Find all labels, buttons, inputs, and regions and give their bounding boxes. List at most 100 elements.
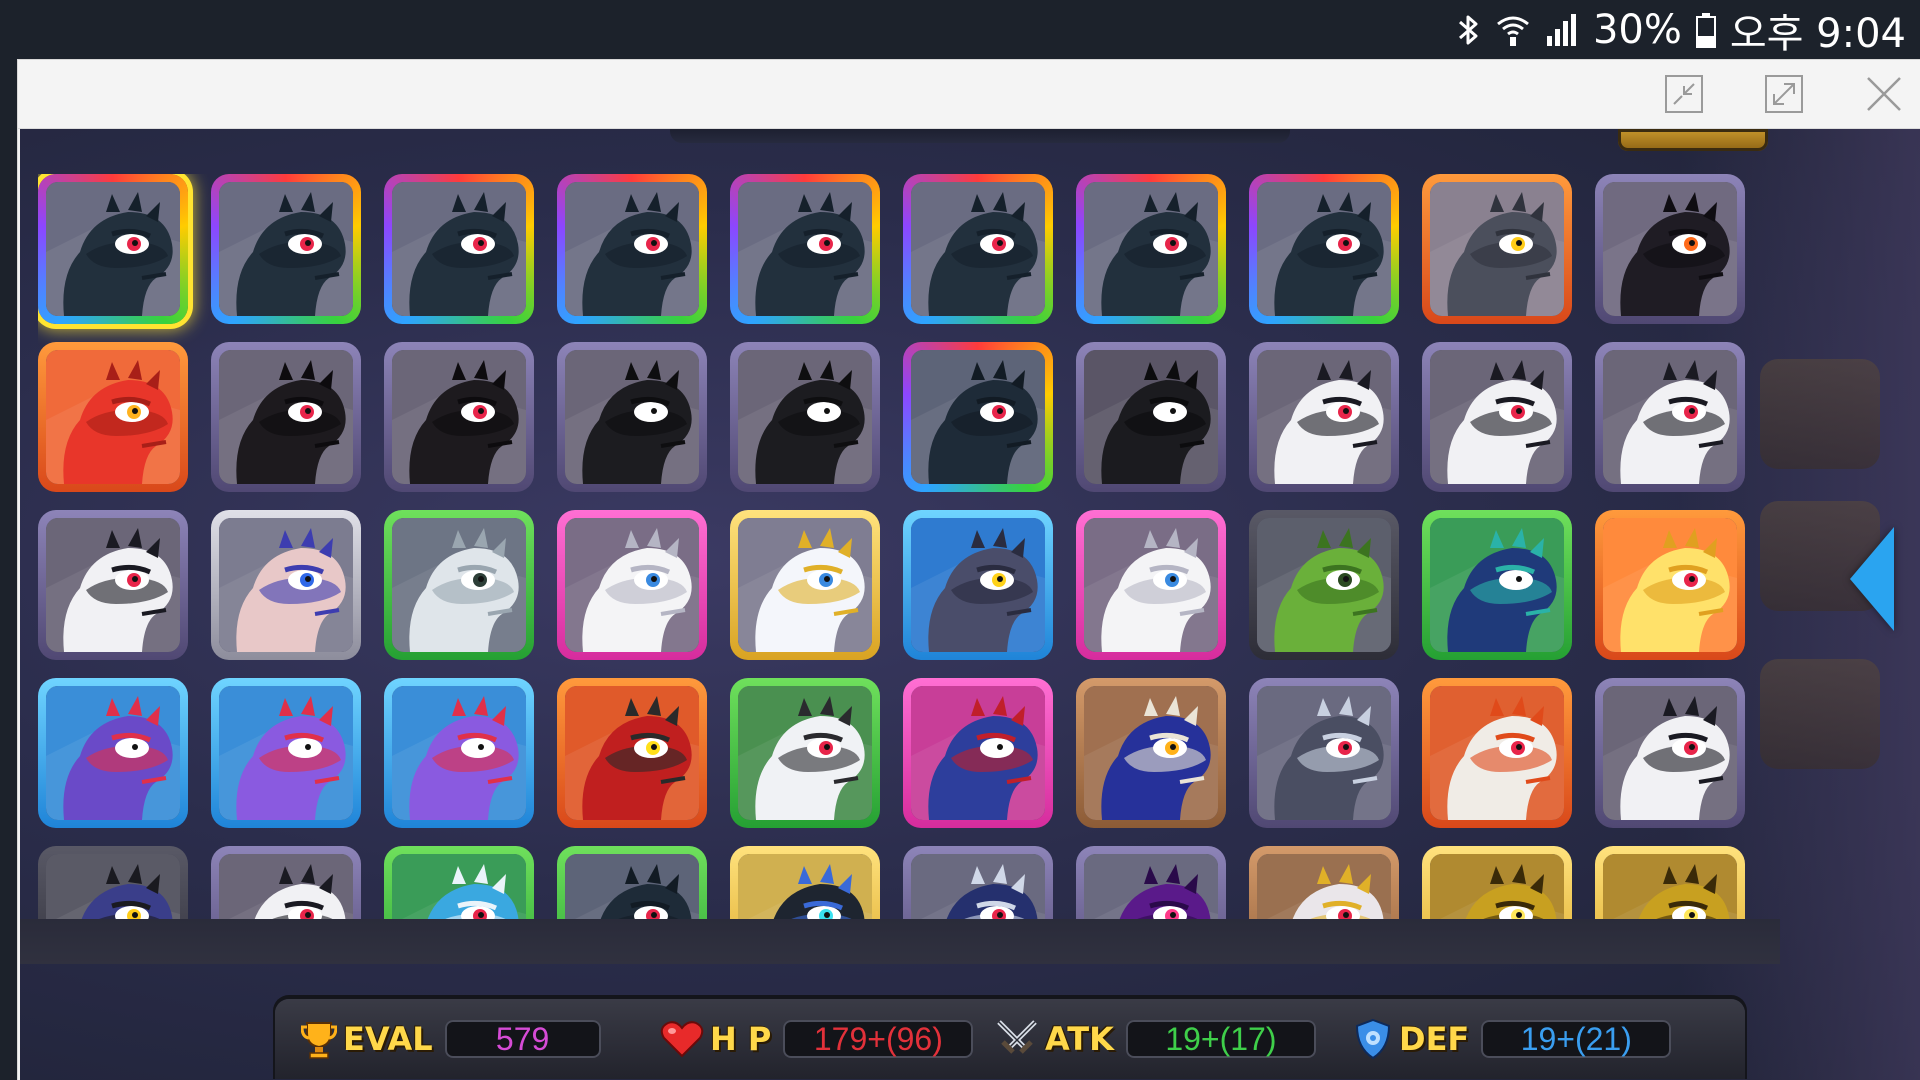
- minimize-icon: [1664, 74, 1704, 114]
- dragon-portrait: [1603, 350, 1737, 484]
- dragon-dark-godzilla-image: [738, 182, 872, 316]
- dragon-slot[interactable]: [730, 342, 880, 492]
- dragon-portrait: [565, 182, 699, 316]
- dragon-purple-coral-image: [46, 686, 180, 820]
- dragon-portrait: [911, 182, 1045, 316]
- dragon-dark-godzilla-image: [565, 182, 699, 316]
- stats-bar: EVAL 579 H P 179+(96) ATK 19+(17) DEF 19…: [275, 999, 1745, 1079]
- maximize-button[interactable]: [1762, 72, 1806, 116]
- clock: 오후 9:04: [1729, 11, 1906, 57]
- heart-icon: [660, 1020, 704, 1058]
- dragon-slot[interactable]: [1249, 678, 1399, 828]
- dragon-portrait: [1084, 518, 1218, 652]
- dragon-portrait: [46, 350, 180, 484]
- close-button[interactable]: [1862, 72, 1906, 116]
- dragon-slot[interactable]: [38, 510, 188, 660]
- dragon-slot[interactable]: [1595, 678, 1745, 828]
- shield-icon: [1353, 1018, 1393, 1060]
- dragon-slot[interactable]: [1595, 342, 1745, 492]
- side-panel-arrow[interactable]: [1850, 527, 1894, 631]
- dragon-slot[interactable]: [557, 174, 707, 324]
- dragon-slot[interactable]: [1422, 678, 1572, 828]
- dragon-slot[interactable]: [1076, 174, 1226, 324]
- dragon-portrait: [738, 518, 872, 652]
- dragon-slot[interactable]: [730, 678, 880, 828]
- dragon-slot[interactable]: [557, 510, 707, 660]
- dragon-slot[interactable]: [1595, 174, 1745, 324]
- dragon-slot[interactable]: [384, 678, 534, 828]
- dragon-dark-godzilla-image: [1257, 182, 1391, 316]
- dragon-black-gem-image: [738, 350, 872, 484]
- dragon-white-ram-image: [738, 686, 872, 820]
- dragon-portrait: [219, 350, 353, 484]
- crossed-swords-icon: [995, 1018, 1039, 1060]
- dragon-slot[interactable]: [211, 510, 361, 660]
- dragon-white-ghost-image: [392, 518, 526, 652]
- dragon-slot[interactable]: [1422, 174, 1572, 324]
- status-icons: 30% 오후 9:04: [1457, 6, 1906, 57]
- dragon-portrait: [911, 350, 1045, 484]
- dragon-slot[interactable]: [730, 510, 880, 660]
- dragon-portrait: [392, 518, 526, 652]
- side-decoration: [1760, 659, 1880, 769]
- dragon-slot[interactable]: [1595, 510, 1745, 660]
- dragon-portrait: [1084, 350, 1218, 484]
- dragon-slot[interactable]: [384, 342, 534, 492]
- dragon-slot[interactable]: [1249, 174, 1399, 324]
- dragon-slot[interactable]: [1076, 342, 1226, 492]
- dragon-yellow-baby-image: [1603, 518, 1737, 652]
- dragon-red-green-image: [565, 686, 699, 820]
- dragon-portrait: [911, 518, 1045, 652]
- dragon-portrait: [1603, 182, 1737, 316]
- grid-bottom-shelf: [20, 919, 1780, 964]
- dragon-portrait: [565, 518, 699, 652]
- dragon-slot[interactable]: [38, 174, 188, 324]
- dragon-red-baby-image: [46, 350, 180, 484]
- dragon-slot[interactable]: [1249, 342, 1399, 492]
- dragon-dark-godzilla-image: [219, 182, 353, 316]
- dragon-portrait: [565, 686, 699, 820]
- dragon-slot[interactable]: [38, 678, 188, 828]
- dragon-portrait: [392, 182, 526, 316]
- eval-label: EVAL: [343, 1020, 433, 1058]
- dragon-slot[interactable]: [1422, 342, 1572, 492]
- dragon-blue-lily-image: [219, 518, 353, 652]
- dragon-portrait: [219, 686, 353, 820]
- dragon-portrait: [1084, 686, 1218, 820]
- dragon-shadow-image: [392, 350, 526, 484]
- dragon-slot[interactable]: [903, 342, 1053, 492]
- dragon-white-flower-image: [1084, 518, 1218, 652]
- dragon-shadow-image: [219, 350, 353, 484]
- dragon-slot[interactable]: [211, 342, 361, 492]
- dragon-slot[interactable]: [38, 342, 188, 492]
- dragon-dark-godzilla-image: [911, 182, 1045, 316]
- dragon-portrait: [738, 686, 872, 820]
- dragon-slot[interactable]: [557, 678, 707, 828]
- dragon-slot[interactable]: [1249, 510, 1399, 660]
- dragon-slot[interactable]: [211, 678, 361, 828]
- dragon-slot[interactable]: [1076, 510, 1226, 660]
- top-tab-decoration: [1618, 129, 1768, 151]
- dragon-slot[interactable]: [903, 678, 1053, 828]
- trophy-icon: [301, 1019, 337, 1059]
- minimize-button[interactable]: [1662, 72, 1706, 116]
- dragon-slot[interactable]: [1422, 510, 1572, 660]
- dragon-slot[interactable]: [384, 510, 534, 660]
- dragon-slot[interactable]: [384, 174, 534, 324]
- stat-eval: EVAL 579: [301, 1013, 601, 1065]
- dragon-slot[interactable]: [903, 510, 1053, 660]
- dragon-slot[interactable]: [903, 174, 1053, 324]
- dragon-white-tribal-image: [1257, 350, 1391, 484]
- dragon-teal-horn-image: [911, 350, 1045, 484]
- dragon-slot[interactable]: [557, 342, 707, 492]
- dragon-portrait: [1257, 518, 1391, 652]
- dragon-white-tribal-image: [1603, 686, 1737, 820]
- dragon-portrait: [1257, 686, 1391, 820]
- dragon-slot[interactable]: [1076, 678, 1226, 828]
- dragon-blue-scroll-image: [911, 686, 1045, 820]
- dragon-purple-baby-image: [219, 686, 353, 820]
- hp-value: 179+(96): [783, 1020, 974, 1058]
- maximize-icon: [1764, 74, 1804, 114]
- dragon-slot[interactable]: [211, 174, 361, 324]
- dragon-slot[interactable]: [730, 174, 880, 324]
